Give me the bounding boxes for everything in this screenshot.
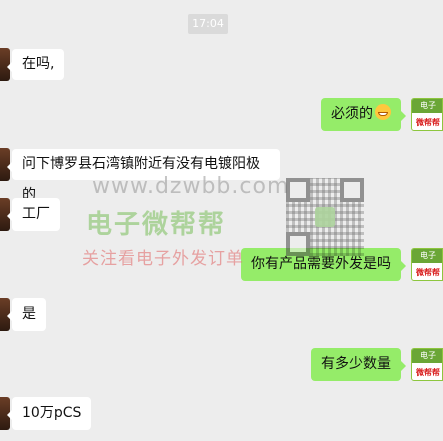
avatar-label-top: 电子: [412, 249, 442, 263]
avatar-label-top: 电子: [412, 349, 442, 363]
message-bubble-incoming[interactable]: 工厂: [7, 198, 60, 231]
message-text: 问下博罗县石湾镇附近有没有电镀阳极的: [22, 156, 260, 203]
message-bubble-incoming[interactable]: 问下博罗县石湾镇附近有没有电镀阳极的: [7, 149, 280, 203]
message-bubble-outgoing[interactable]: 你有产品需要外发是吗: [241, 248, 406, 281]
grin-emoji-icon: [375, 104, 391, 120]
message-text: 是: [22, 306, 36, 322]
message-text: 在吗,: [22, 56, 55, 72]
qr-finder-pattern: [286, 178, 310, 202]
avatar-label-bottom: 微帮帮: [416, 268, 440, 277]
message-bubble-incoming[interactable]: 是: [7, 298, 46, 331]
self-avatar[interactable]: 电子 微帮帮: [411, 248, 443, 281]
message-text: 有多少数量: [321, 356, 391, 372]
self-avatar[interactable]: 电子 微帮帮: [411, 348, 443, 381]
timestamp: 17:04: [188, 14, 228, 34]
qr-code-icon: [286, 178, 364, 256]
chat-area: 17:04 在吗, 必须的 电子 微帮帮 问下博罗县石湾镇附近有没有电镀阳极的 …: [0, 0, 443, 441]
watermark-brand: 电子微帮帮: [86, 210, 227, 240]
watermark-slogan: 关注看电子外发订单: [82, 249, 244, 269]
wechat-logo-icon: [315, 207, 335, 227]
message-text: 工厂: [22, 206, 50, 222]
message-bubble-outgoing[interactable]: 必须的: [321, 98, 406, 131]
message-bubble-incoming[interactable]: 10万pCS: [6, 397, 92, 430]
message-text: 必须的: [331, 106, 373, 122]
qr-finder-pattern: [340, 178, 364, 202]
message-text: 10万pCS: [22, 405, 82, 421]
message-bubble-outgoing[interactable]: 有多少数量: [311, 348, 406, 381]
avatar-label-bottom: 微帮帮: [416, 118, 440, 127]
avatar-label-bottom: 微帮帮: [416, 368, 440, 377]
message-bubble-incoming[interactable]: 在吗,: [6, 49, 65, 80]
avatar-label-top: 电子: [412, 99, 442, 113]
self-avatar[interactable]: 电子 微帮帮: [411, 98, 443, 131]
message-text: 你有产品需要外发是吗: [251, 256, 391, 272]
